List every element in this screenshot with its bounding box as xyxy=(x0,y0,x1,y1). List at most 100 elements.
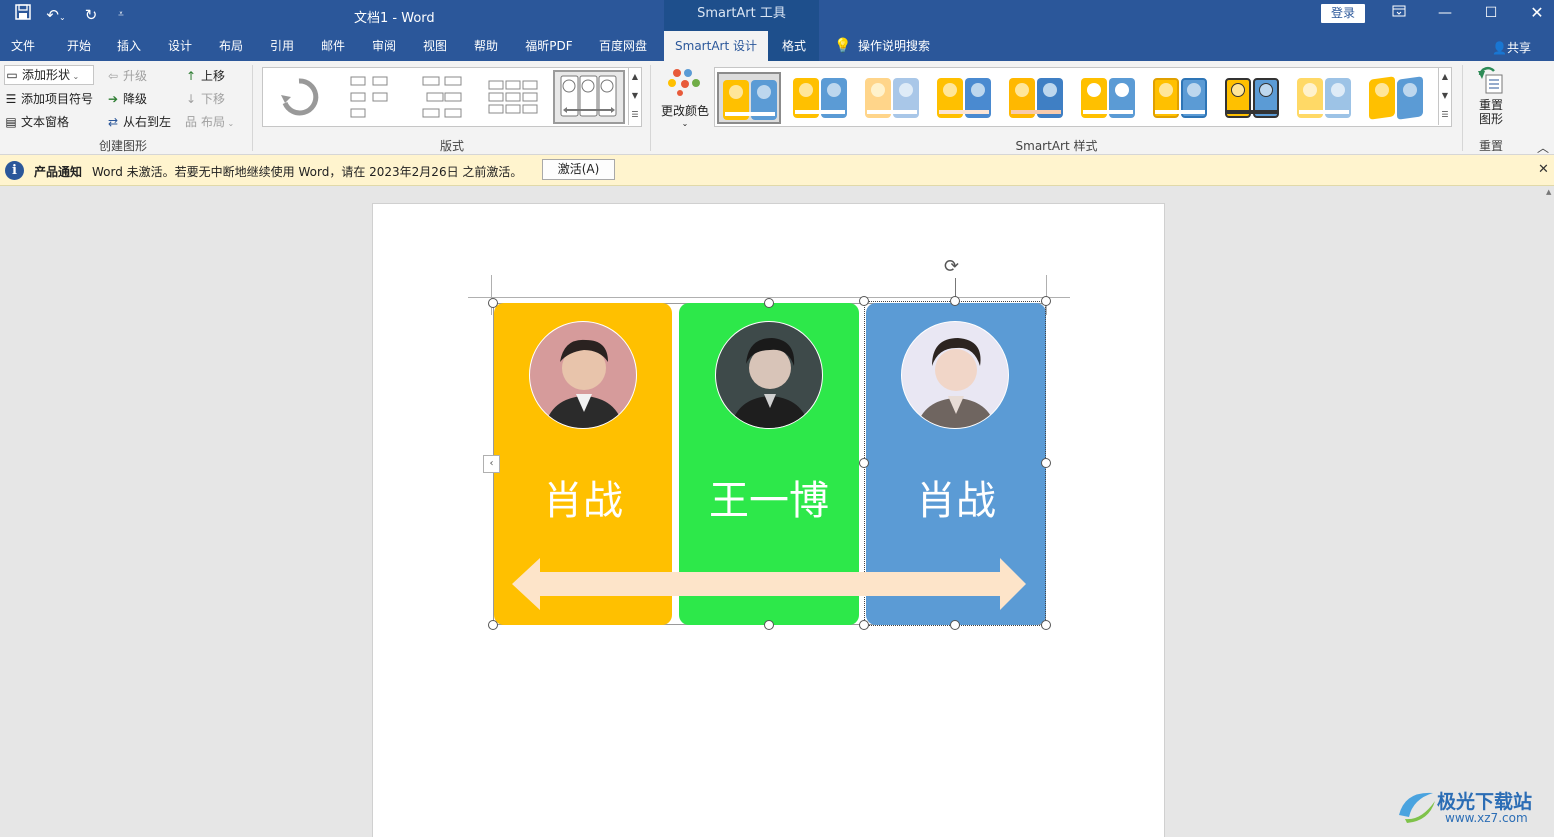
resize-handle-se[interactable] xyxy=(1041,620,1051,630)
person-icon: 👤 xyxy=(1492,41,1507,55)
vertical-scrollbar[interactable]: ▲ xyxy=(1545,186,1554,837)
tab-insert[interactable]: 插入 xyxy=(106,31,152,61)
text-pane-toggle-icon[interactable]: ‹ xyxy=(483,455,500,473)
add-shape-button[interactable]: ▭ 添加形状 ⌄ xyxy=(4,65,94,85)
ribbon: ▭ 添加形状 ⌄ ☰ 添加项目符号 ▤ 文本窗格 ⇦ 升级 ➔ 降级 ⇄ 从右到左 ↑ 上移 … xyxy=(0,61,1554,155)
add-shape-icon: ▭ xyxy=(6,68,18,82)
tab-home[interactable]: 开始 xyxy=(56,31,102,61)
login-button[interactable]: 登录 xyxy=(1321,4,1365,23)
reset-graphic-button[interactable]: 重置 图形 xyxy=(1466,65,1516,131)
maximize-icon[interactable]: ☐ xyxy=(1468,2,1514,26)
close-notification-icon[interactable]: ✕ xyxy=(1538,162,1549,177)
resize-handle-sw[interactable] xyxy=(488,620,498,630)
move-up-button[interactable]: ↑ 上移 xyxy=(184,67,225,84)
tab-foxit-pdf[interactable]: 福昕PDF xyxy=(519,31,579,61)
style-thumb-7[interactable] xyxy=(1149,72,1213,124)
tab-design[interactable]: 设计 xyxy=(157,31,203,61)
tab-baidu-netdisk[interactable]: 百度网盘 xyxy=(592,31,654,61)
styles-more-icon[interactable]: ☰ xyxy=(1438,106,1451,125)
gallery-down-icon[interactable]: ▼ xyxy=(628,87,641,106)
layout-picture-accent-thumb[interactable] xyxy=(553,70,625,124)
text-pane-icon: ▤ xyxy=(5,115,17,129)
photo-placeholder-2[interactable] xyxy=(715,321,823,429)
tab-smartart-design[interactable]: SmartArt 设计 xyxy=(664,31,768,61)
smartart-text-1[interactable]: 肖战 xyxy=(494,468,672,526)
activate-button[interactable]: 激活(A) xyxy=(542,159,615,180)
reset-graphic-label-1: 重置 xyxy=(1478,98,1503,112)
reset-group-label: 重置 xyxy=(1478,139,1503,153)
gallery-up-icon[interactable]: ▲ xyxy=(628,68,641,87)
resize-handle-s[interactable] xyxy=(764,620,774,630)
selection-guide xyxy=(1046,275,1047,315)
style-thumb-10[interactable] xyxy=(1365,72,1429,124)
resize-handle-n[interactable] xyxy=(764,298,774,308)
tab-mailings[interactable]: 邮件 xyxy=(310,31,356,61)
undo-icon[interactable]: ↶⌄ xyxy=(42,4,70,26)
style-thumb-1[interactable] xyxy=(717,72,781,124)
rotate-handle-icon[interactable]: ⟳ xyxy=(944,256,959,277)
layout-tree-thumb[interactable] xyxy=(417,73,469,123)
share-button[interactable]: 👤共享 xyxy=(1492,39,1531,56)
title-bar: ↶⌄ ↻ ⩡ 文档1 - Word SmartArt 工具 登录 — ☐ ✕ xyxy=(0,0,1554,31)
layouts-gallery: ▲ ▼ ☰ xyxy=(262,67,642,127)
demote-button[interactable]: ➔ 降级 xyxy=(106,90,147,107)
tab-view[interactable]: 视图 xyxy=(412,31,458,61)
layout-cycle-thumb[interactable] xyxy=(273,73,325,123)
text-pane-button[interactable]: ▤ 文本窗格 xyxy=(4,113,69,130)
gallery-more-icon[interactable]: ☰ xyxy=(628,106,641,125)
change-colors-button[interactable]: 更改颜色 ⌄ xyxy=(658,65,712,133)
collapse-ribbon-icon[interactable]: ︿ xyxy=(1537,139,1549,156)
tab-review[interactable]: 审阅 xyxy=(361,31,407,61)
resize-handle-nw[interactable] xyxy=(488,298,498,308)
style-thumb-5[interactable] xyxy=(1005,72,1069,124)
text-pane-label: 文本窗格 xyxy=(21,115,70,129)
shape-handle-sw[interactable] xyxy=(859,620,869,630)
tab-layout[interactable]: 布局 xyxy=(208,31,254,61)
smartart-text-2[interactable]: 王一博 xyxy=(679,468,859,526)
style-thumb-3[interactable] xyxy=(861,72,925,124)
style-thumb-2[interactable] xyxy=(789,72,853,124)
dropdown-caret: ⌄ xyxy=(681,119,689,128)
shape-handle-s[interactable] xyxy=(950,620,960,630)
save-icon[interactable] xyxy=(12,4,34,26)
ribbon-display-icon[interactable] xyxy=(1376,2,1422,26)
minimize-icon[interactable]: — xyxy=(1422,2,1468,26)
right-to-left-button[interactable]: ⇄ 从右到左 xyxy=(106,113,171,130)
arrow-left-icon: ⇦ xyxy=(107,69,119,83)
customize-qat-icon[interactable]: ⩡ xyxy=(110,4,132,26)
tab-format[interactable]: 格式 xyxy=(770,31,818,61)
shape-handle-nw[interactable] xyxy=(859,296,869,306)
layout-matrix-thumb[interactable] xyxy=(487,73,539,123)
double-arrow[interactable] xyxy=(512,556,1028,612)
tab-file[interactable]: 文件 xyxy=(0,31,46,61)
add-bullet-button[interactable]: ☰ 添加项目符号 xyxy=(4,90,93,107)
photo-placeholder-3[interactable] xyxy=(901,321,1009,429)
scroll-up-icon[interactable]: ▲ xyxy=(1546,188,1551,196)
tab-help[interactable]: 帮助 xyxy=(463,31,509,61)
shape-handle-n[interactable] xyxy=(950,296,960,306)
style-thumb-6[interactable] xyxy=(1077,72,1141,124)
photo-placeholder-1[interactable] xyxy=(529,321,637,429)
styles-up-icon[interactable]: ▲ xyxy=(1438,68,1451,87)
shape-handle-w[interactable] xyxy=(859,458,869,468)
promote-label: 升级 xyxy=(123,69,148,83)
tell-me-search[interactable]: 操作说明搜索 xyxy=(858,31,938,61)
smartart-text-3[interactable]: 肖战 xyxy=(866,468,1046,526)
move-down-button[interactable]: ↓ 下移 xyxy=(184,90,225,107)
promote-button[interactable]: ⇦ 升级 xyxy=(106,67,147,84)
layout-process-thumb[interactable] xyxy=(345,73,397,123)
style-thumb-9[interactable] xyxy=(1293,72,1357,124)
layout-button[interactable]: 品布局 ⌄ xyxy=(184,113,234,130)
window-title: 文档1 - Word xyxy=(354,11,435,26)
close-icon[interactable]: ✕ xyxy=(1514,2,1554,26)
tab-references[interactable]: 引用 xyxy=(259,31,305,61)
style-thumb-4[interactable] xyxy=(933,72,997,124)
group-separator xyxy=(650,65,651,151)
style-thumb-8[interactable] xyxy=(1221,72,1285,124)
resize-handle-ne[interactable] xyxy=(1041,296,1051,306)
styles-down-icon[interactable]: ▼ xyxy=(1438,87,1451,106)
layouts-group-label: 版式 xyxy=(439,139,464,153)
shape-handle-e[interactable] xyxy=(1041,458,1051,468)
lightbulb-icon: 💡 xyxy=(834,38,852,54)
redo-icon[interactable]: ↻ xyxy=(80,4,102,26)
